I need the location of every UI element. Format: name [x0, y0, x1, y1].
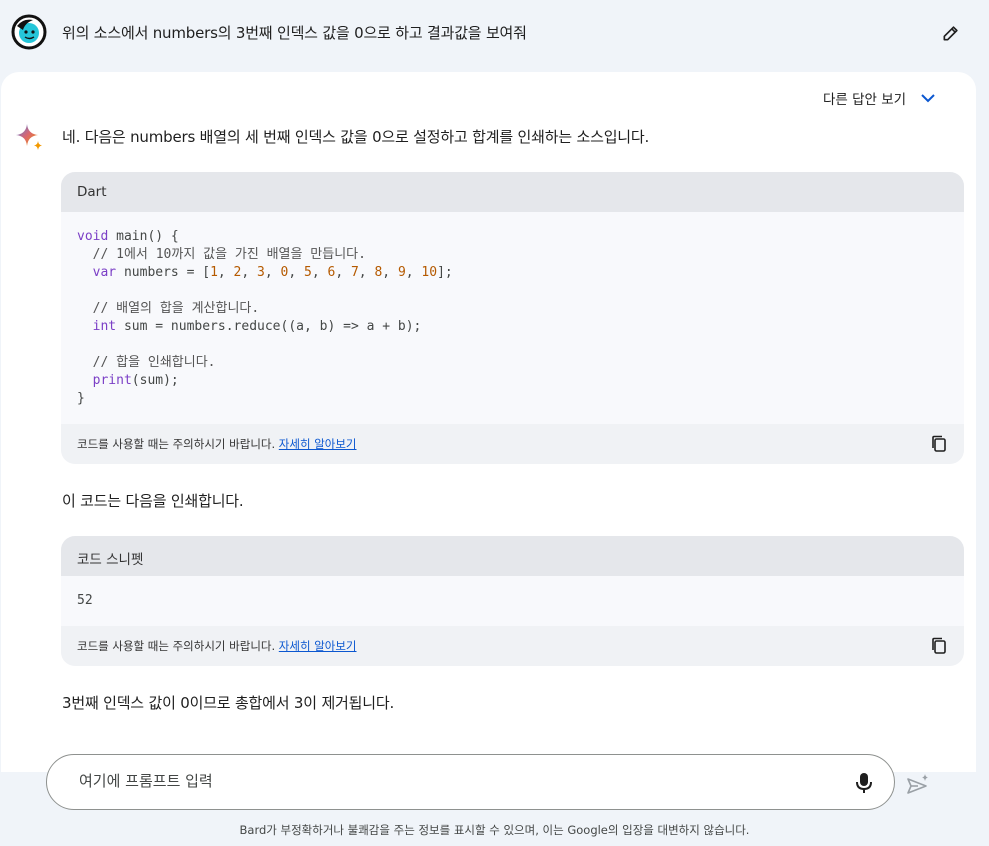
user-avatar [11, 14, 47, 50]
code-footer: 코드를 사용할 때는 주의하시기 바랍니다. 자세히 알아보기 [61, 626, 964, 666]
prompt-composer [46, 754, 895, 810]
copy-code-button[interactable] [930, 637, 948, 655]
copy-icon [932, 637, 946, 654]
code-token: // 배열의 합을 계산합니다. [77, 301, 260, 316]
code-token: main() { [108, 229, 179, 244]
code-line: // 합을 인쇄합니다. [77, 354, 948, 372]
code-token: (sum); [131, 373, 179, 388]
code-token: , [405, 265, 422, 280]
copy-code-button[interactable] [930, 435, 948, 453]
edit-prompt-button[interactable] [938, 20, 964, 46]
code-token: } [77, 391, 85, 406]
code-line: void main() { [77, 228, 948, 246]
code-caution-text: 코드를 사용할 때는 주의하시기 바랍니다. [77, 639, 276, 653]
code-language-label: Dart [61, 172, 964, 212]
microphone-icon [856, 773, 872, 793]
voice-input-button[interactable] [853, 771, 875, 795]
code-token: , [241, 265, 258, 280]
code-language-label: 코드 스니펫 [61, 536, 964, 576]
response-intro: 네. 다음은 numbers 배열의 세 번째 인덱스 값을 0으로 설정하고 … [62, 128, 650, 146]
code-line: } [77, 390, 948, 408]
prompt-input[interactable] [79, 772, 819, 790]
code-line: int sum = numbers.reduce((a, b) => a + b… [77, 318, 948, 336]
disclaimer-text: Bard가 부정확하거나 불쾌감을 주는 정보를 표시할 수 있으며, 이는 G… [239, 823, 750, 837]
pencil-icon [943, 26, 958, 41]
code-token: numbers = [ [116, 265, 211, 280]
bard-sparkle-icon [14, 122, 44, 152]
code-line: 52 [77, 592, 948, 610]
code-footer: 코드를 사용할 때는 주의하시기 바랍니다. 자세히 알아보기 [61, 424, 964, 464]
code-token: int [92, 319, 117, 334]
view-other-drafts-button[interactable]: 다른 답안 보기 [823, 88, 936, 108]
learn-more-link[interactable]: 자세히 알아보기 [279, 639, 357, 653]
code-token: , [335, 265, 351, 280]
chevron-down-icon [921, 94, 935, 103]
code-content: 52 [61, 576, 964, 626]
code-token: ]; [437, 265, 453, 280]
code-line: print(sum); [77, 372, 948, 390]
code-token: 9 [397, 265, 406, 280]
code-token: 1 [210, 265, 218, 280]
code-content: void main() { // 1에서 10까지 값을 가진 배열을 만듭니다… [61, 212, 964, 424]
send-button[interactable] [905, 771, 931, 797]
code-line: // 1에서 10까지 값을 가진 배열을 만듭니다. [77, 246, 948, 264]
learn-more-link[interactable]: 자세히 알아보기 [279, 437, 357, 451]
code-token: , [217, 265, 234, 280]
code-token: 10 [421, 265, 438, 280]
user-prompt-text: 위의 소스에서 numbers의 3번째 인덱스 값을 0으로 하고 결과값을 … [62, 24, 527, 42]
response-final-text: 3번째 인덱스 값이 0이므로 총합에서 3이 제거됩니다. [62, 694, 395, 712]
code-block-dart: Dart void main() { // 1에서 10까지 값을 가진 배열을… [61, 172, 964, 464]
code-token: , [264, 265, 281, 280]
response-mid-text: 이 코드는 다음을 인쇄합니다. [62, 492, 244, 510]
code-token: , [311, 265, 328, 280]
code-token: 52 [77, 593, 93, 608]
user-prompt-row: 위의 소스에서 numbers의 3번째 인덱스 값을 0으로 하고 결과값을 … [0, 0, 989, 66]
code-token: sum = numbers.reduce((a, b) => a + b); [116, 319, 422, 334]
code-token: , [358, 265, 375, 280]
code-line: var numbers = [1, 2, 3, 0, 5, 6, 7, 8, 9… [77, 264, 948, 282]
code-token: , [288, 265, 304, 280]
code-token: var [92, 265, 117, 280]
code-token: 7 [350, 265, 359, 280]
send-sparkle-icon [907, 774, 928, 794]
code-token: print [92, 373, 132, 388]
code-caution-text: 코드를 사용할 때는 주의하시기 바랍니다. [77, 437, 276, 451]
drafts-label: 다른 답안 보기 [823, 92, 907, 108]
code-token: 3 [257, 265, 265, 280]
code-token: // 합을 인쇄합니다. [77, 355, 216, 370]
code-token: // 1에서 10까지 값을 가진 배열을 만듭니다. [77, 247, 366, 262]
code-block-snippet: 코드 스니펫 52 코드를 사용할 때는 주의하시기 바랍니다. 자세히 알아보… [61, 536, 964, 666]
code-line: // 배열의 합을 계산합니다. [77, 300, 948, 318]
code-token: 5 [304, 265, 312, 280]
code-token: , [382, 265, 398, 280]
code-token: void [77, 229, 109, 244]
copy-icon [932, 435, 946, 452]
